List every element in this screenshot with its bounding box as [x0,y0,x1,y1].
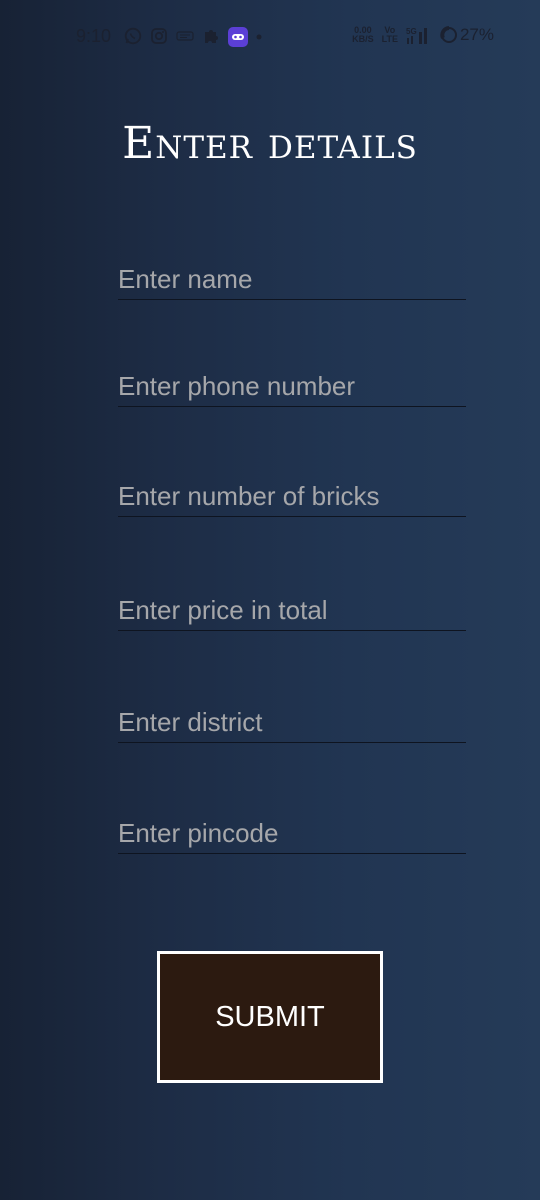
name-input[interactable] [118,264,466,295]
district-field-container [118,698,466,743]
total-price-input[interactable] [118,595,466,626]
status-time: 9:10 [76,26,112,46]
pincode-field-container [118,809,466,854]
bricks-field-container [118,472,466,517]
status-bar: 9:10 0.00 KB/S Vo LTE 5G 27% [0,0,540,70]
phone-field-container [118,362,466,407]
signal-icon: 5G [406,26,432,44]
dot-icon [254,27,272,45]
volte-label: Vo LTE [381,25,398,44]
name-field-container [118,255,466,300]
submit-button[interactable]: SUBMIT [157,951,383,1083]
network-type-label: 5G [406,27,417,36]
notification-icons [124,26,272,47]
network-speed: 0.00 KB/S [352,26,374,44]
system-icons: 0.00 KB/S Vo LTE 5G 27% [352,24,494,46]
puzzle-icon [202,27,220,45]
instagram-icon [150,27,168,45]
district-input[interactable] [118,707,466,738]
chat-icon [176,27,194,45]
bricks-count-input[interactable] [118,481,466,512]
phone-number-input[interactable] [118,371,466,402]
pincode-input[interactable] [118,818,466,849]
app-icon [228,27,248,47]
battery-icon [440,26,458,44]
network-speed-unit: KB/S [352,34,374,44]
battery-percentage: 27% [459,25,494,44]
whatsapp-icon [124,27,142,45]
price-field-container [118,586,466,631]
page-title: Enter details [122,118,418,169]
